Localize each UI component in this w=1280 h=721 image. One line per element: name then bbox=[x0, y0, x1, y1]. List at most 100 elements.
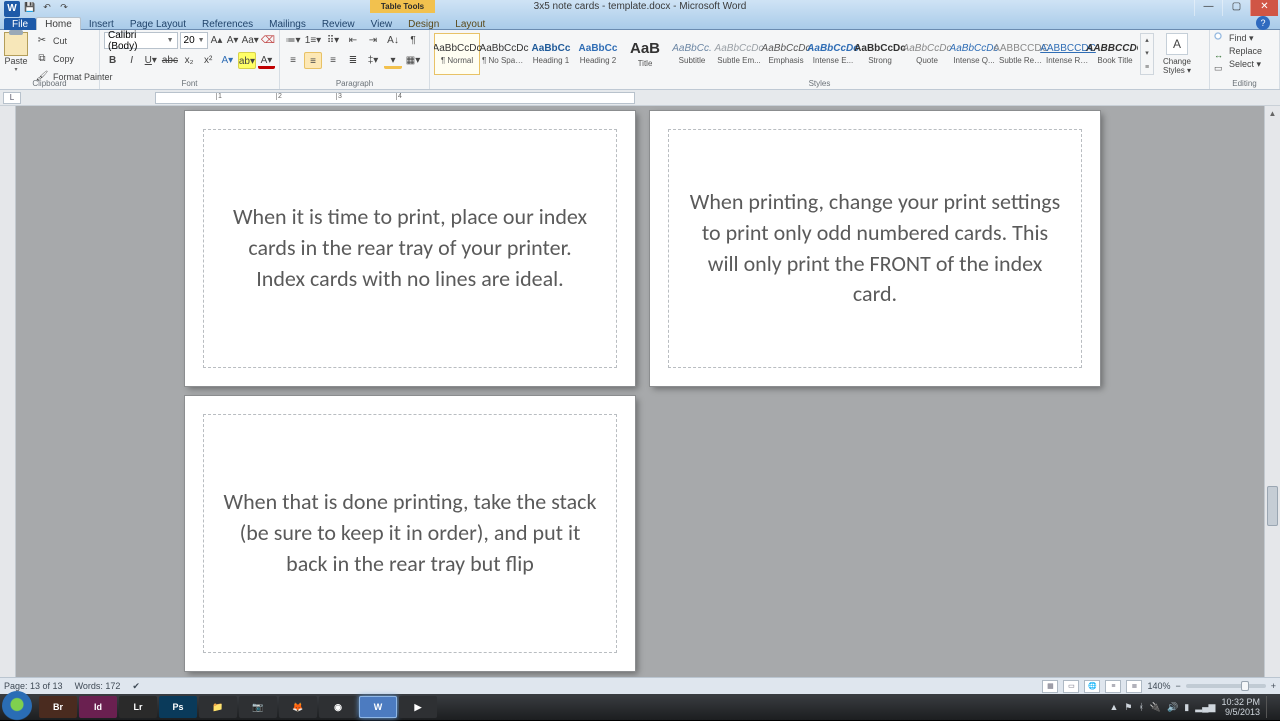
taskbar-app[interactable]: Ps bbox=[159, 696, 197, 718]
shading-button[interactable]: ▾ bbox=[384, 52, 402, 69]
strikethrough-button[interactable]: abc bbox=[161, 52, 178, 69]
sort-button[interactable]: A↓ bbox=[384, 32, 402, 49]
tab-page-layout[interactable]: Page Layout bbox=[122, 18, 194, 30]
tray-up-icon[interactable]: ▲ bbox=[1109, 702, 1118, 712]
subscript-button[interactable]: x₂ bbox=[181, 52, 198, 69]
tray-network-icon[interactable]: 🔌 bbox=[1150, 702, 1161, 713]
zoom-knob[interactable] bbox=[1241, 681, 1249, 691]
tray-bluetooth-icon[interactable]: ᚼ bbox=[1138, 702, 1143, 712]
tray-battery-icon[interactable]: ▮ bbox=[1184, 702, 1189, 713]
vertical-scrollbar[interactable]: ▲ ▼ bbox=[1264, 106, 1280, 694]
tab-view[interactable]: View bbox=[363, 18, 401, 30]
borders-button[interactable]: ▦▾ bbox=[404, 52, 422, 69]
taskbar-app[interactable]: 🦊 bbox=[279, 696, 317, 718]
font-size-combo[interactable]: 20▼ bbox=[180, 32, 208, 49]
tab-layout[interactable]: Layout bbox=[447, 18, 493, 30]
styles-gallery[interactable]: AaBbCcDc¶ NormalAaBbCcDc¶ No Spaci...AaB… bbox=[434, 33, 1138, 75]
taskbar-app[interactable]: W bbox=[359, 696, 397, 718]
status-proof-icon[interactable]: ✔ bbox=[132, 681, 140, 692]
style--normal[interactable]: AaBbCcDc¶ Normal bbox=[434, 33, 480, 75]
view-print-layout[interactable]: ▦ bbox=[1042, 680, 1058, 693]
font-name-combo[interactable]: Calibri (Body)▼ bbox=[104, 32, 178, 49]
shrink-font-button[interactable]: A▾ bbox=[226, 32, 240, 49]
taskbar-app[interactable]: ◉ bbox=[319, 696, 357, 718]
taskbar-app[interactable]: Lr bbox=[119, 696, 157, 718]
tray-flag-icon[interactable]: ⚑ bbox=[1124, 702, 1132, 713]
align-center-button[interactable]: ≡ bbox=[304, 52, 322, 69]
clear-formatting-button[interactable]: ⌫ bbox=[261, 32, 275, 49]
zoom-out-button[interactable]: − bbox=[1175, 681, 1180, 691]
help-icon[interactable]: ? bbox=[1256, 16, 1270, 30]
tab-file[interactable]: File bbox=[4, 18, 36, 30]
style-emphasis[interactable]: AaBbCcDcEmphasis bbox=[763, 33, 809, 75]
line-spacing-button[interactable]: ‡▾ bbox=[364, 52, 382, 69]
taskbar-app[interactable]: Id bbox=[79, 696, 117, 718]
system-tray[interactable]: ▲ ⚑ ᚼ 🔌 🔊 ▮ ▂▄▆ 10:32 PM 9/5/2013 bbox=[1109, 696, 1278, 718]
align-left-button[interactable]: ≡ bbox=[284, 52, 302, 69]
style-intense-q-[interactable]: AaBbCcDcIntense Q... bbox=[951, 33, 997, 75]
tab-review[interactable]: Review bbox=[314, 18, 363, 30]
view-outline[interactable]: ≡ bbox=[1105, 680, 1121, 693]
card-text[interactable]: When printing, change your print setting… bbox=[687, 187, 1063, 310]
style-title[interactable]: AaBTitle bbox=[622, 33, 668, 75]
taskbar-app[interactable]: Br bbox=[39, 696, 77, 718]
tab-references[interactable]: References bbox=[194, 18, 261, 30]
card-text[interactable]: When it is time to print, place our inde… bbox=[222, 202, 598, 294]
justify-button[interactable]: ≣ bbox=[344, 52, 362, 69]
change-styles-button[interactable]: A Change Styles ▾ bbox=[1156, 33, 1198, 75]
show-desktop-button[interactable] bbox=[1266, 696, 1272, 718]
taskbar-app[interactable]: ▶ bbox=[399, 696, 437, 718]
start-button[interactable] bbox=[2, 691, 32, 721]
font-color-button[interactable]: A▾ bbox=[258, 52, 275, 69]
index-card[interactable]: When it is time to print, place our inde… bbox=[185, 111, 635, 386]
style-subtle-ref-[interactable]: AABBCCDCSubtle Ref... bbox=[998, 33, 1044, 75]
tab-mailings[interactable]: Mailings bbox=[261, 18, 314, 30]
style-subtle-em-[interactable]: AaBbCcDcSubtle Em... bbox=[716, 33, 762, 75]
card-cell[interactable]: When that is done printing, take the sta… bbox=[203, 414, 617, 653]
tab-selector[interactable]: L bbox=[3, 92, 21, 104]
view-draft[interactable]: ≣ bbox=[1126, 680, 1142, 693]
grow-font-button[interactable]: A▴ bbox=[210, 32, 224, 49]
taskbar-app[interactable]: 📷 bbox=[239, 696, 277, 718]
style-heading-1[interactable]: AaBbCcHeading 1 bbox=[528, 33, 574, 75]
paste-button[interactable]: Paste ▾ bbox=[4, 32, 28, 73]
change-case-button[interactable]: Aa▾ bbox=[242, 32, 259, 49]
tab-design[interactable]: Design bbox=[400, 18, 447, 30]
tab-home[interactable]: Home bbox=[36, 17, 81, 30]
style--no-spaci-[interactable]: AaBbCcDc¶ No Spaci... bbox=[481, 33, 527, 75]
increase-indent-button[interactable]: ⇥ bbox=[364, 32, 382, 49]
bold-button[interactable]: B bbox=[104, 52, 121, 69]
card-cell[interactable]: When it is time to print, place our inde… bbox=[203, 129, 617, 368]
italic-button[interactable]: I bbox=[123, 52, 140, 69]
highlight-button[interactable]: ab▾ bbox=[238, 52, 256, 69]
styles-more-button[interactable]: ▴▾≡ bbox=[1140, 33, 1154, 75]
index-card[interactable]: When that is done printing, take the sta… bbox=[185, 396, 635, 671]
card-cell[interactable]: When printing, change your print setting… bbox=[668, 129, 1082, 368]
scroll-up-button[interactable]: ▲ bbox=[1265, 106, 1280, 121]
taskbar-app[interactable]: 📁 bbox=[199, 696, 237, 718]
superscript-button[interactable]: x² bbox=[200, 52, 217, 69]
underline-button[interactable]: U▾ bbox=[142, 52, 159, 69]
horizontal-ruler[interactable]: 1234 bbox=[155, 92, 635, 104]
decrease-indent-button[interactable]: ⇤ bbox=[344, 32, 362, 49]
style-intense-e-[interactable]: AaBbCcDcIntense E... bbox=[810, 33, 856, 75]
view-web[interactable]: 🌐 bbox=[1084, 680, 1100, 693]
status-page[interactable]: Page: 13 of 13 bbox=[4, 681, 63, 691]
tray-clock[interactable]: 10:32 PM 9/5/2013 bbox=[1221, 697, 1260, 717]
style-quote[interactable]: AaBbCcDcQuote bbox=[904, 33, 950, 75]
find-button[interactable]: Find ▾ bbox=[1214, 32, 1275, 44]
bullets-button[interactable]: ≔▾ bbox=[284, 32, 302, 49]
style-heading-2[interactable]: AaBbCcHeading 2 bbox=[575, 33, 621, 75]
tray-signal-icon[interactable]: ▂▄▆ bbox=[1195, 702, 1215, 713]
zoom-in-button[interactable]: + bbox=[1271, 681, 1276, 691]
align-right-button[interactable]: ≡ bbox=[324, 52, 342, 69]
zoom-slider[interactable] bbox=[1186, 684, 1266, 688]
select-button[interactable]: Select ▾ bbox=[1214, 58, 1275, 70]
show-marks-button[interactable]: ¶ bbox=[404, 32, 422, 49]
view-fullscreen[interactable]: ▭ bbox=[1063, 680, 1079, 693]
numbering-button[interactable]: 1≡▾ bbox=[304, 32, 322, 49]
tray-volume-icon[interactable]: 🔊 bbox=[1167, 702, 1178, 713]
tab-insert[interactable]: Insert bbox=[81, 18, 122, 30]
card-text[interactable]: When that is done printing, take the sta… bbox=[222, 487, 598, 579]
style-subtitle[interactable]: AaBbCc.Subtitle bbox=[669, 33, 715, 75]
